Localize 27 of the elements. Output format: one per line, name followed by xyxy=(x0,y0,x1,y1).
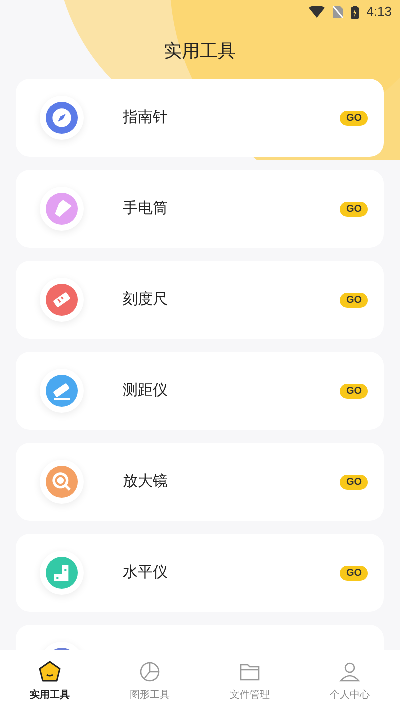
go-button[interactable]: GO xyxy=(340,292,368,308)
nav-tab[interactable]: 个人中心 xyxy=(300,650,400,712)
tool-label: 手电筒 xyxy=(123,198,169,219)
tool-card[interactable]: 测距仪 GO xyxy=(16,352,384,430)
nav-tab[interactable]: 图形工具 xyxy=(100,650,200,712)
page-title: 实用工具 xyxy=(164,40,236,63)
go-button[interactable]: GO xyxy=(340,202,368,216)
tool-label: 刻度尺 xyxy=(123,290,169,310)
pie-chart-icon xyxy=(138,660,162,684)
tool-card[interactable]: 水平仪 GO xyxy=(16,534,384,612)
go-button[interactable]: GO xyxy=(340,110,368,126)
clock-time: 4:13 xyxy=(366,3,392,22)
nav-tab[interactable]: 文件管理 xyxy=(200,650,300,712)
go-button[interactable]: GO xyxy=(340,384,368,398)
wifi-icon xyxy=(308,6,325,18)
tool-card[interactable]: 刻度尺 GO xyxy=(16,261,384,339)
go-button[interactable]: GO xyxy=(340,566,368,580)
tool-card[interactable]: 手电筒 GO xyxy=(16,170,384,248)
home-icon xyxy=(38,660,62,684)
tool-label: 指南针 xyxy=(123,108,169,128)
tool-label: 水平仪 xyxy=(123,562,169,583)
go-button[interactable]: GO xyxy=(340,474,368,490)
tool-card[interactable]: 指南针 GO xyxy=(16,79,384,157)
nav-tab[interactable]: 实用工具 xyxy=(0,650,100,712)
tool-label: 测距仪 xyxy=(123,380,169,401)
tool-card[interactable]: 放大镜 GO xyxy=(16,443,384,521)
tool-label: 放大镜 xyxy=(123,472,169,492)
